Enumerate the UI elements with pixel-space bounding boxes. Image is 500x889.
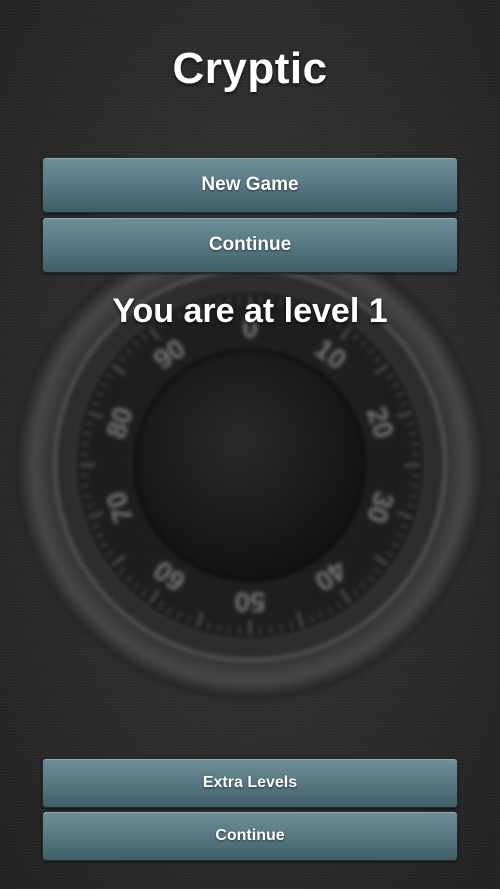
continue-bottom-button[interactable]: Continue xyxy=(42,811,458,861)
dial-tick xyxy=(238,626,241,635)
extra-levels-button[interactable]: Extra Levels xyxy=(42,758,458,808)
main-menu-screen: 0 10 20 30 40 50 60 70 80 90 Cryptic New Game Con… xyxy=(0,0,500,889)
dial-tick xyxy=(259,626,262,635)
dial-tick xyxy=(411,453,420,456)
app-title: Cryptic xyxy=(172,44,328,93)
dial-number: 50 xyxy=(234,587,265,618)
dial-tick xyxy=(411,474,420,477)
dial-tick xyxy=(80,453,89,456)
new-game-button[interactable]: New Game xyxy=(42,157,458,213)
current-level-text: You are at level 1 xyxy=(112,292,388,330)
dial-knob xyxy=(133,348,367,582)
continue-button[interactable]: Continue xyxy=(42,217,458,273)
dial-tick xyxy=(80,474,89,477)
